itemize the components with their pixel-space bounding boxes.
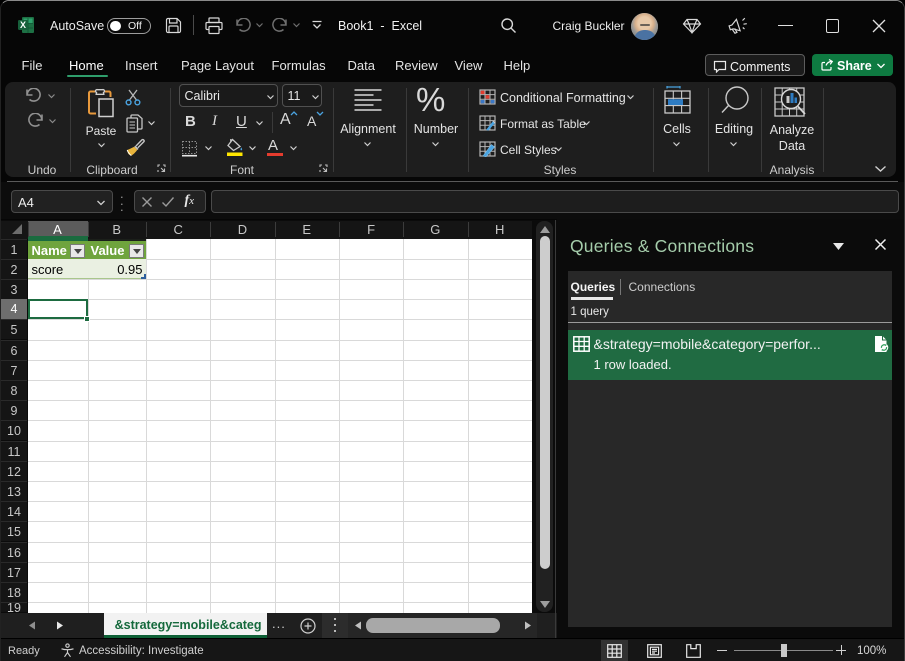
- svg-text:X: X: [20, 20, 26, 30]
